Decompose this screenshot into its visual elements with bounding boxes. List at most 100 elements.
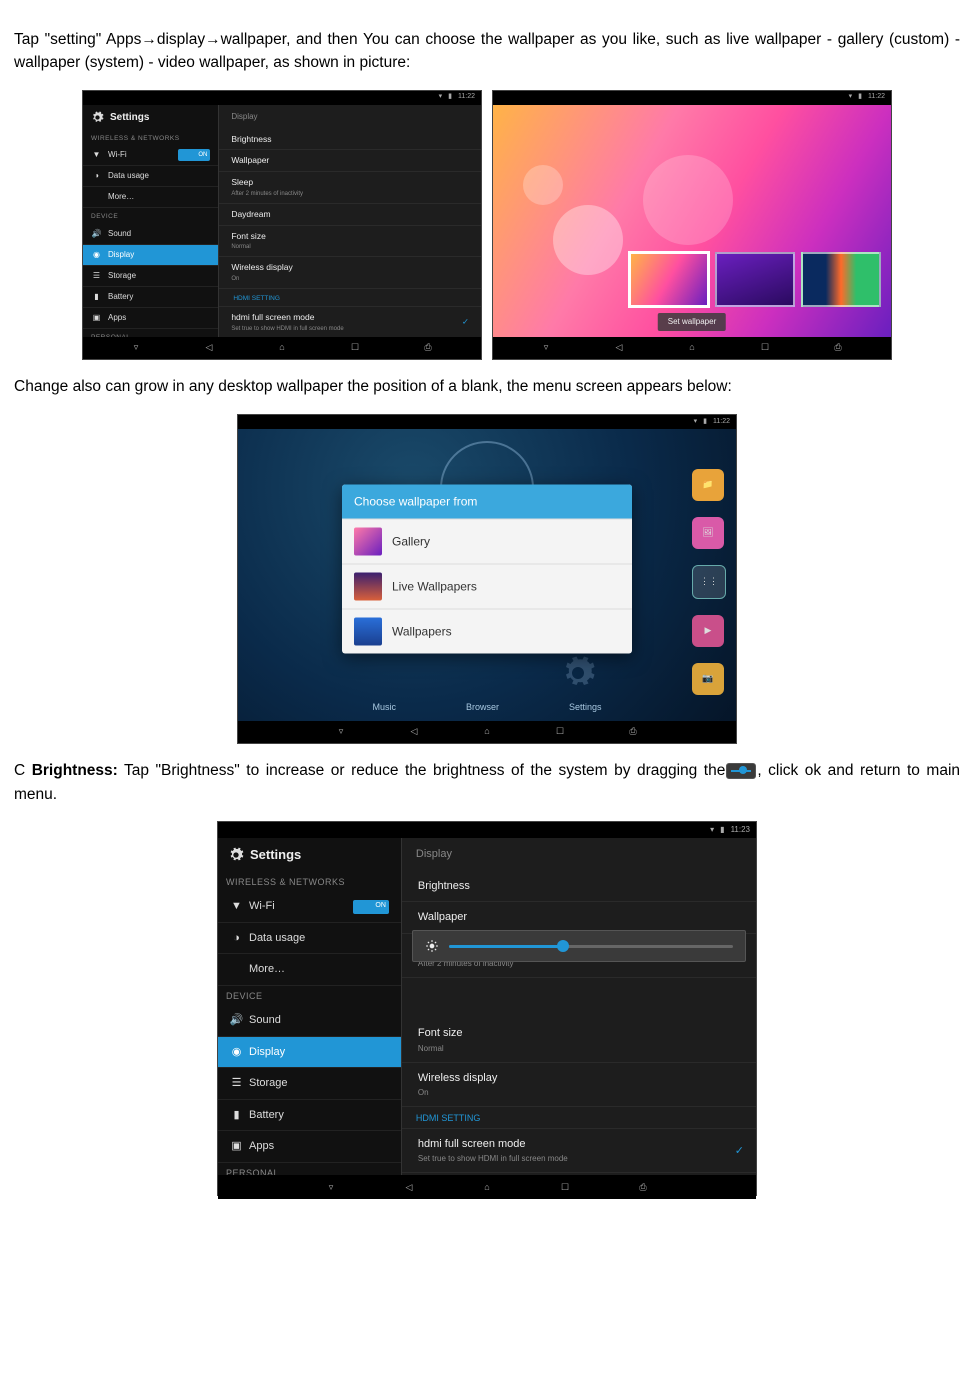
content-wallpaper[interactable]: Wallpaper bbox=[219, 150, 481, 172]
content-wallpaper[interactable]: Wallpaper bbox=[402, 902, 756, 934]
apps-icon: ▣ bbox=[91, 313, 102, 324]
nav-home-icon[interactable]: ⌂ bbox=[478, 725, 496, 739]
wallpaper-thumb-3[interactable] bbox=[801, 252, 881, 307]
nav-back-icon[interactable]: ◁ bbox=[405, 725, 423, 739]
content-font[interactable]: Font size Normal bbox=[219, 226, 481, 258]
dock-icon-gallery[interactable]: 🖼 bbox=[692, 517, 724, 549]
nav-voice-icon[interactable]: ▿ bbox=[127, 341, 145, 355]
hdmi-section: HDMI SETTING bbox=[219, 289, 481, 307]
sidebar-item-more[interactable]: More… bbox=[218, 954, 401, 986]
nav-recent-icon[interactable]: ☐ bbox=[551, 725, 569, 739]
content-header: Display bbox=[219, 105, 481, 129]
sidebar-item-wifi[interactable]: ▼ Wi-Fi ON bbox=[83, 145, 218, 166]
nav-screenshot-icon[interactable]: ⎙ bbox=[634, 1180, 652, 1194]
text-bold: Brightness: bbox=[32, 762, 118, 779]
dock-icon-video[interactable]: ▶ bbox=[692, 615, 724, 647]
sidebar-item-wifi[interactable]: ▼ Wi-Fi ON bbox=[218, 891, 401, 923]
sidebar-item-sound[interactable]: 🔊 Sound bbox=[218, 1005, 401, 1037]
nav-recent-icon[interactable]: ☐ bbox=[556, 1180, 574, 1194]
wifi-icon: ▾ bbox=[710, 824, 714, 836]
settings-content: Display Brightness Wallpaper Sleep After… bbox=[219, 105, 481, 337]
nav-voice-icon[interactable]: ▿ bbox=[332, 725, 350, 739]
sublabel: Set true to show HDMI in full screen mod… bbox=[418, 1153, 740, 1165]
sidebar-item-storage[interactable]: ☰ Storage bbox=[218, 1068, 401, 1100]
nav-back-icon[interactable]: ◁ bbox=[400, 1180, 418, 1194]
content-font[interactable]: Font size Normal bbox=[402, 1018, 756, 1063]
dock-icon-camera[interactable]: 📷 bbox=[692, 663, 724, 695]
sidebar-item-label: Apps bbox=[249, 1138, 274, 1155]
nav-recent-icon[interactable]: ☐ bbox=[756, 341, 774, 355]
nav-screenshot-icon[interactable]: ⎙ bbox=[419, 341, 437, 355]
wallpaper-thumb-2[interactable] bbox=[715, 252, 795, 307]
sidebar-item-data[interactable]: ◑ Data usage bbox=[218, 923, 401, 955]
nav-screenshot-icon[interactable]: ⎙ bbox=[829, 341, 847, 355]
sidebar-item-battery[interactable]: ▮ Battery bbox=[83, 287, 218, 308]
desktop-background: 📁 🖼 ⋮⋮ ▶ 📷 Choose wallpaper from Gallery… bbox=[238, 429, 736, 721]
sidebar-item-more[interactable]: More… bbox=[83, 187, 218, 208]
sound-icon: 🔊 bbox=[230, 1014, 243, 1027]
storage-icon: ☰ bbox=[91, 271, 102, 282]
content-brightness[interactable]: Brightness bbox=[219, 129, 481, 151]
nav-back-icon[interactable]: ◁ bbox=[200, 341, 218, 355]
screenshot-row: ▾ ▮ 11:22 Settings WIRELESS & NETWORKS ▼… bbox=[14, 90, 960, 360]
dock-icon-apps[interactable]: ⋮⋮ bbox=[692, 565, 726, 599]
content-wireless-display[interactable]: Wireless display On bbox=[219, 257, 481, 289]
sidebar-item-storage[interactable]: ☰ Storage bbox=[83, 266, 218, 287]
content-hdmi-out[interactable]: hdmi output mode Set the default HDMI ou… bbox=[402, 1173, 756, 1175]
nav-home-icon[interactable]: ⌂ bbox=[273, 341, 291, 355]
nav-back-icon[interactable]: ◁ bbox=[610, 341, 628, 355]
wifi-toggle[interactable]: ON bbox=[178, 149, 210, 161]
content-hdmi-full[interactable]: hdmi full screen mode Set true to show H… bbox=[219, 307, 481, 337]
nav-home-icon[interactable]: ⌂ bbox=[478, 1180, 496, 1194]
dock-icon-folder[interactable]: 📁 bbox=[692, 469, 724, 501]
sun-icon bbox=[425, 939, 439, 953]
set-wallpaper-button[interactable]: Set wallpaper bbox=[658, 313, 726, 331]
label: Sleep bbox=[231, 176, 469, 189]
sidebar-item-display[interactable]: ◉ Display bbox=[218, 1037, 401, 1069]
wallpaper-preview: Set wallpaper bbox=[493, 105, 891, 337]
sidebar-item-sound[interactable]: 🔊 Sound bbox=[83, 224, 218, 245]
sublabel: Normal bbox=[231, 243, 469, 252]
brightness-slider[interactable] bbox=[449, 945, 733, 948]
label: Wireless display bbox=[231, 261, 469, 274]
label: Font size bbox=[231, 230, 469, 243]
sidebar-item-label: Battery bbox=[108, 291, 133, 303]
sidebar-item-label: Wi-Fi bbox=[249, 898, 275, 915]
sidebar-item-battery[interactable]: ▮ Battery bbox=[218, 1100, 401, 1132]
settings-sidebar: Settings WIRELESS & NETWORKS ▼ Wi-Fi ON … bbox=[218, 838, 402, 1175]
dialog-item-label: Wallpapers bbox=[392, 622, 452, 640]
wifi-icon: ▾ bbox=[439, 92, 443, 103]
settings-header: Settings bbox=[218, 838, 401, 872]
dialog-item-live[interactable]: Live Wallpapers bbox=[342, 563, 632, 608]
dock: 📁 🖼 ⋮⋮ ▶ 📷 bbox=[692, 469, 726, 695]
wallpaper-thumb-1[interactable] bbox=[629, 252, 709, 307]
nav-voice-icon[interactable]: ▿ bbox=[322, 1180, 340, 1194]
nav-screenshot-icon[interactable]: ⎙ bbox=[624, 725, 642, 739]
sidebar-item-apps[interactable]: ▣ Apps bbox=[218, 1131, 401, 1163]
content-sleep[interactable]: Sleep After 2 minutes of inactivity bbox=[219, 172, 481, 204]
content-daydream[interactable]: Daydream bbox=[219, 204, 481, 226]
content-hdmi-full[interactable]: hdmi full screen mode Set true to show H… bbox=[402, 1129, 756, 1174]
nav-voice-icon[interactable]: ▿ bbox=[537, 341, 555, 355]
sidebar-item-display[interactable]: ◉ Display bbox=[83, 245, 218, 266]
label: hdmi full screen mode bbox=[418, 1136, 740, 1153]
content-wireless-display[interactable]: Wireless display On bbox=[402, 1063, 756, 1108]
dialog-item-wallpapers[interactable]: Wallpapers bbox=[342, 608, 632, 653]
label-settings: Settings bbox=[569, 701, 602, 715]
content-brightness[interactable]: Brightness bbox=[402, 871, 756, 903]
sublabel: On bbox=[418, 1087, 740, 1099]
paragraph-wallpaper-intro: Tap "setting" Apps→display→wallpaper, an… bbox=[14, 28, 960, 75]
settings-title: Settings bbox=[250, 845, 301, 865]
nav-recent-icon[interactable]: ☐ bbox=[346, 341, 364, 355]
display-icon: ◉ bbox=[230, 1046, 243, 1059]
sidebar-item-apps[interactable]: ▣ Apps bbox=[83, 308, 218, 329]
sidebar-item-data[interactable]: ◑ Data usage bbox=[83, 166, 218, 187]
wifi-toggle[interactable]: ON bbox=[353, 900, 389, 914]
nav-home-icon[interactable]: ⌂ bbox=[683, 341, 701, 355]
slider-handle[interactable] bbox=[557, 940, 569, 952]
gear-icon bbox=[560, 655, 596, 691]
dialog-item-gallery[interactable]: Gallery bbox=[342, 518, 632, 563]
gear-icon bbox=[228, 847, 244, 863]
sublabel: On bbox=[231, 275, 469, 284]
settings-content: Display Brightness Wallpaper Sleep After… bbox=[402, 838, 756, 1175]
